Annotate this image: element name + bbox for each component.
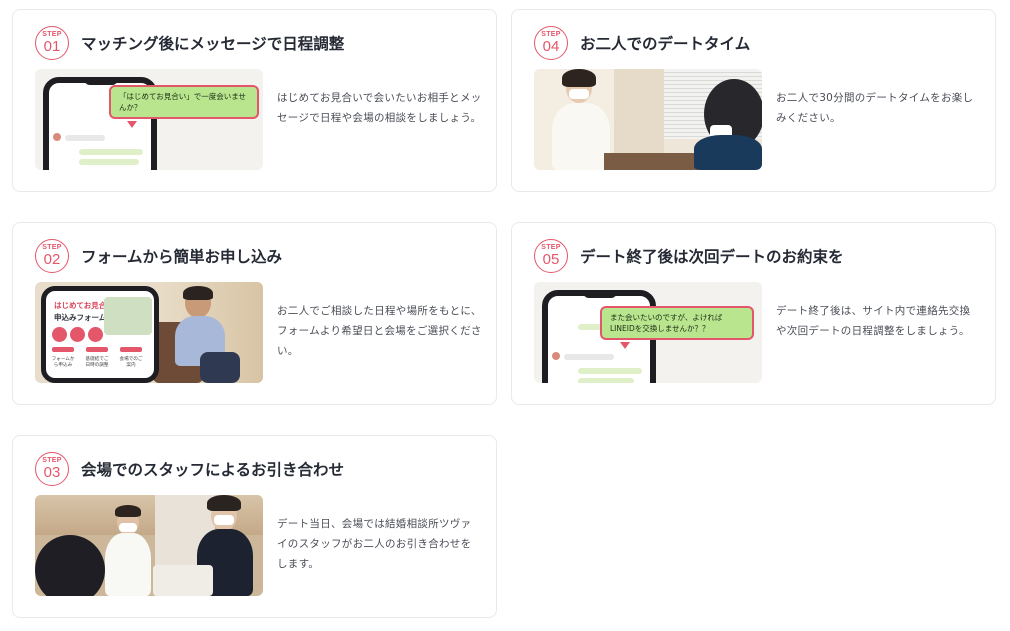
form-step-1: フォームから申込み	[51, 357, 75, 368]
step-illustration-chat: また会いたいのですが、よければLINEIDを交換しませんか？？	[534, 282, 762, 383]
step-number: 02	[43, 251, 61, 268]
step-illustration-chat: 「はじめてお見合い」で一度会いませんか？	[35, 69, 263, 170]
step-badge: STEP 02	[35, 239, 69, 273]
step-description: はじめてお見合いで会いたいお相手とメッセージで日程や会場の相談をしましょう。	[277, 92, 482, 124]
step-card-02: STEP 02 フォームから簡単お申し込み はじめてお見合い 申込みフォーム フ…	[12, 222, 497, 405]
step-number: 04	[542, 38, 560, 55]
step-title: 会場でのスタッフによるお引き合わせ	[81, 461, 345, 479]
step-photo-staff-introduction	[35, 495, 263, 596]
step-description: お二人で30分間のデートタイムをお楽しみください。	[776, 92, 974, 124]
step-card-05: STEP 05 デート終了後は次回デートのお約束を また会いたいのですが、よけれ…	[511, 222, 996, 405]
step-card-01: STEP 01 マッチング後にメッセージで日程調整 「はじめてお見合い」で一度会…	[12, 9, 497, 192]
step-number: 03	[43, 464, 61, 481]
step-card-04: STEP 04 お二人でのデートタイム お二人で30分間のデートタイムをお楽しみ…	[511, 9, 996, 192]
step-badge: STEP 04	[534, 26, 568, 60]
step-description: デート終了後は、サイト内で連絡先交換や次回デートの日程調整をしましょう。	[776, 305, 971, 337]
step-badge: STEP 03	[35, 452, 69, 486]
form-subtitle: 申込みフォーム	[54, 313, 107, 322]
step-photo-date-time	[534, 69, 762, 170]
form-step-3: 会場でのご案内	[119, 357, 143, 368]
step-title: お二人でのデートタイム	[580, 35, 751, 53]
step-illustration-form: はじめてお見合い 申込みフォーム フォームから申込み 基礎結でご日時の調整 会場…	[35, 282, 263, 383]
step-title: マッチング後にメッセージで日程調整	[81, 35, 345, 53]
chat-bubble: 「はじめてお見合い」で一度会いませんか？	[109, 85, 259, 119]
form-step-2: 基礎結でご日時の調整	[85, 357, 109, 368]
step-number: 01	[43, 38, 61, 55]
step-card-03: STEP 03 会場でのスタッフによるお引き合わせ デート当日、会場では結婚相談…	[12, 435, 497, 618]
step-title: フォームから簡単お申し込み	[81, 248, 283, 266]
step-badge: STEP 01	[35, 26, 69, 60]
form-phone-mockup: はじめてお見合い 申込みフォーム フォームから申込み 基礎結でご日時の調整 会場…	[41, 286, 159, 383]
step-badge: STEP 05	[534, 239, 568, 273]
step-title: デート終了後は次回デートのお約束を	[580, 248, 844, 266]
step-description: デート当日、会場では結婚相談所ツヴァイのスタッフがお二人のお引き合わせをします。	[277, 518, 472, 570]
step-description: お二人でご相談した日程や場所をもとに、フォームより希望日と会場をご選択ください。	[277, 305, 482, 357]
step-number: 05	[542, 251, 560, 268]
chat-bubble: また会いたいのですが、よければLINEIDを交換しませんか？？	[600, 306, 754, 340]
